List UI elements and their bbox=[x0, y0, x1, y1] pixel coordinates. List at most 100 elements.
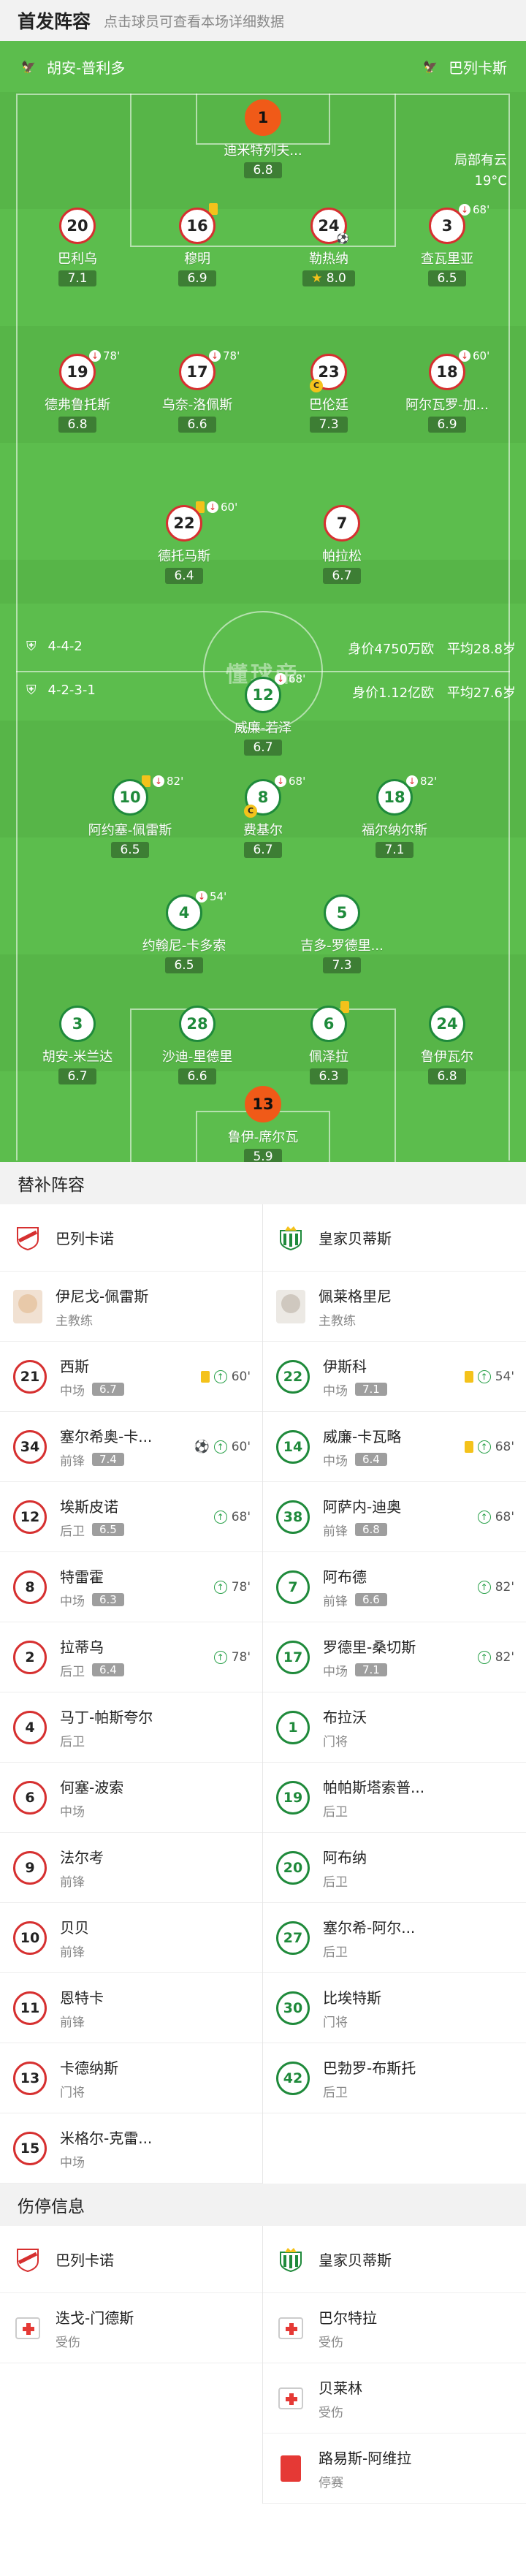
bet-player-10[interactable]: 13 鲁伊-席尔瓦 5.9 bbox=[205, 1086, 321, 1162]
player-number-disc: 3 bbox=[59, 1006, 96, 1042]
sub-player-position: 中场 bbox=[60, 2155, 85, 2170]
player-number-disc: 6 bbox=[310, 1006, 347, 1042]
bet-player-7[interactable]: 28 沙迪-里德里 6.6 bbox=[139, 1006, 256, 1084]
betis-logo-icon bbox=[276, 1223, 305, 1253]
sub-player-row[interactable]: 8 特雷霍 中场 6.3 ↑ 78' bbox=[0, 1552, 262, 1622]
player-number: 22 bbox=[173, 514, 195, 532]
player-rating-value: 7.1 bbox=[67, 271, 88, 286]
sub-player-row[interactable]: 21 西斯 中场 6.7 ↑ 60' bbox=[0, 1342, 262, 1412]
sub-player-row[interactable]: 7 阿布德 前锋 6.6 ↑ 82' bbox=[263, 1552, 526, 1622]
player-events: ↓ 68' bbox=[275, 775, 305, 788]
sub-player-number: 4 bbox=[13, 1710, 47, 1744]
sub-player-row[interactable]: 17 罗德里-桑切斯 中场 7.1 ↑ 82' bbox=[263, 1622, 526, 1692]
sub-player-row[interactable]: 11 恩特卡 前锋 bbox=[0, 1973, 262, 2043]
sub-in-time: 78' bbox=[231, 1579, 251, 1595]
bet-player-9[interactable]: 24 鲁伊瓦尔 6.8 bbox=[389, 1006, 506, 1084]
player-number: 24 bbox=[436, 1015, 458, 1033]
ray-player-1[interactable]: 20 巴利乌 7.1 bbox=[19, 208, 136, 286]
sub-in-icon: ↑ bbox=[477, 1440, 491, 1454]
bet-player-6[interactable]: 3 胡安-米兰达 6.7 bbox=[19, 1006, 136, 1084]
ray-player-8[interactable]: ↓ 60' 18 阿尔瓦罗-加... 6.9 bbox=[389, 349, 506, 433]
sub-in-icon: ↑ bbox=[213, 1369, 227, 1383]
player-events: ↓ 68' bbox=[459, 203, 489, 216]
sub-player-row[interactable]: 38 阿萨内-迪奥 前锋 6.8 ↑ 68' bbox=[263, 1482, 526, 1552]
sub-player-position: 后卫 bbox=[323, 1874, 348, 1890]
home-value-row: 身价4750万欧 平均28.8岁 bbox=[348, 639, 516, 658]
player-number-disc: 3 bbox=[429, 208, 465, 244]
bet-player-0[interactable]: ↓ 68' 12 威廉-若泽 6.7 bbox=[205, 672, 321, 756]
injury-row[interactable]: 路易斯-阿维拉 停赛 bbox=[263, 2433, 526, 2504]
ray-player-2[interactable]: 16 穆明 6.9 bbox=[139, 203, 256, 286]
home-avg-age: 平均28.8岁 bbox=[446, 642, 516, 657]
player-rating: 6.3 bbox=[310, 1068, 348, 1084]
bet-player-3[interactable]: ↓ 82' 18 福尔纳尔斯 7.1 bbox=[336, 775, 453, 858]
sub-player-row[interactable]: 12 埃斯皮诺 后卫 6.5 ↑ 68' bbox=[0, 1482, 262, 1552]
ray-player-5[interactable]: ↓ 78' 19 德弗鲁托斯 6.8 bbox=[19, 349, 136, 433]
sub-player-row[interactable]: 30 比埃特斯 门将 bbox=[263, 1973, 526, 2043]
player-name: 威廉-若泽 bbox=[234, 721, 292, 736]
ray-player-9[interactable]: ↓ 60' 22 德托马斯 6.4 bbox=[126, 501, 243, 584]
player-number-disc: 18 bbox=[376, 779, 413, 816]
sub-player-row[interactable]: 27 塞尔希-阿尔... 后卫 bbox=[263, 1903, 526, 1973]
player-rating-value: 6.5 bbox=[174, 958, 194, 973]
sub-in-info: ↑ 54' bbox=[464, 1369, 514, 1384]
ray-player-7[interactable]: 23 C 巴伦廷 7.3 bbox=[270, 354, 387, 433]
injury-row[interactable]: 贝莱林 受伤 bbox=[263, 2363, 526, 2433]
sub-player-row[interactable]: 6 何塞-波索 中场 bbox=[0, 1763, 262, 1833]
player-rating: 6.7 bbox=[58, 1068, 96, 1084]
player-rating: 6.8 bbox=[244, 162, 282, 178]
sub-player-row[interactable]: 10 贝贝 前锋 bbox=[0, 1903, 262, 1973]
lineup-title: 首发阵容 bbox=[18, 11, 91, 32]
sub-player-row[interactable]: 1 布拉沃 门将 bbox=[263, 1692, 526, 1763]
sub-time: 68' bbox=[289, 672, 306, 685]
sub-player-row[interactable]: 13 卡德纳斯 门将 bbox=[0, 2043, 262, 2113]
sub-in-time: 54' bbox=[495, 1369, 514, 1384]
player-number: 4 bbox=[178, 904, 190, 922]
sub-player-position: 门将 bbox=[323, 1734, 348, 1749]
player-number-disc: 17 bbox=[179, 354, 216, 390]
sub-player-name: 何塞-波索 bbox=[60, 1778, 124, 1796]
bet-player-8[interactable]: 6 佩泽拉 6.3 bbox=[270, 1001, 387, 1084]
player-rating-value: 6.9 bbox=[437, 417, 457, 432]
home-coach-row[interactable]: 伊尼戈-佩雷斯 主教练 bbox=[0, 1272, 262, 1342]
player-name: 迪米特列夫... bbox=[224, 143, 302, 159]
bet-player-1[interactable]: ↓ 82' 10 阿约塞-佩雷斯 6.5 bbox=[72, 775, 188, 858]
ray-player-10[interactable]: 7 帕拉松 6.7 bbox=[283, 505, 400, 584]
sub-player-position: 前锋 bbox=[323, 1524, 348, 1539]
player-number-disc: 28 bbox=[179, 1006, 216, 1042]
sub-player-position: 后卫 bbox=[323, 1804, 348, 1820]
away-coach-row[interactable]: 佩莱格里尼 主教练 bbox=[263, 1272, 526, 1342]
sub-player-row[interactable]: 14 威廉-卡瓦略 中场 6.4 ↑ 68' bbox=[263, 1412, 526, 1482]
player-rating: ★ 8.0 bbox=[302, 270, 355, 286]
sub-in-time: 82' bbox=[495, 1649, 514, 1665]
player-events: ↓ 82' bbox=[142, 775, 183, 788]
subs-teams-header: 巴列卡诺 伊尼戈-佩雷斯 主教练 21 西斯 中场 6.7 ↑ 60' 34 塞尔希奥-卡..… bbox=[0, 1204, 526, 2184]
sub-player-row[interactable]: 42 巴勃罗-布斯托 后卫 bbox=[263, 2043, 526, 2113]
player-rating: 6.6 bbox=[178, 1068, 216, 1084]
ray-player-3[interactable]: 24 ⚽ 勒热纳 ★ 8.0 bbox=[270, 208, 387, 286]
bet-player-2[interactable]: ↓ 68' 8 C 费基尔 6.7 bbox=[205, 775, 321, 858]
sub-player-row[interactable]: 2 拉蒂乌 后卫 6.4 ↑ 78' bbox=[0, 1622, 262, 1692]
player-rating-value: 7.3 bbox=[319, 417, 339, 432]
sub-player-number: 15 bbox=[13, 2131, 47, 2165]
bet-player-4[interactable]: ↓ 54' 4 约翰尼-卡多索 6.5 bbox=[126, 890, 243, 973]
sub-player-position: 前锋 bbox=[323, 1594, 348, 1609]
injury-row[interactable]: 迭戈-门德斯 受伤 bbox=[0, 2293, 262, 2363]
injury-row[interactable]: 巴尔特拉 受伤 bbox=[263, 2293, 526, 2363]
player-rating-value: 6.5 bbox=[437, 271, 457, 286]
player-events: ↓ 60' bbox=[196, 501, 237, 514]
away-avg-age: 平均27.6岁 bbox=[446, 685, 516, 701]
sub-player-row[interactable]: 19 帕帕斯塔索普... 后卫 bbox=[263, 1763, 526, 1833]
injuries-away-team: 皇家贝蒂斯 bbox=[319, 2252, 392, 2269]
ray-player-0[interactable]: 1 迪米特列夫... 6.8 bbox=[205, 99, 321, 178]
sub-player-row[interactable]: 4 马丁-帕斯夸尔 后卫 bbox=[0, 1692, 262, 1763]
sub-in-time: 78' bbox=[231, 1649, 251, 1665]
sub-player-row[interactable]: 34 塞尔希奥-卡... 前锋 7.4 ⚽ ↑ 60' bbox=[0, 1412, 262, 1482]
sub-player-row[interactable]: 15 米格尔-克雷... 中场 bbox=[0, 2113, 262, 2184]
ray-player-4[interactable]: ↓ 68' 3 查瓦里亚 6.5 bbox=[389, 203, 506, 286]
sub-player-row[interactable]: 9 法尔考 前锋 bbox=[0, 1833, 262, 1903]
ray-player-6[interactable]: ↓ 78' 17 乌奈-洛佩斯 6.6 bbox=[139, 349, 256, 433]
sub-player-row[interactable]: 22 伊斯科 中场 7.1 ↑ 54' bbox=[263, 1342, 526, 1412]
sub-player-row[interactable]: 20 阿布纳 后卫 bbox=[263, 1833, 526, 1903]
bet-player-5[interactable]: 5 吉多-罗德里... 7.3 bbox=[283, 894, 400, 973]
